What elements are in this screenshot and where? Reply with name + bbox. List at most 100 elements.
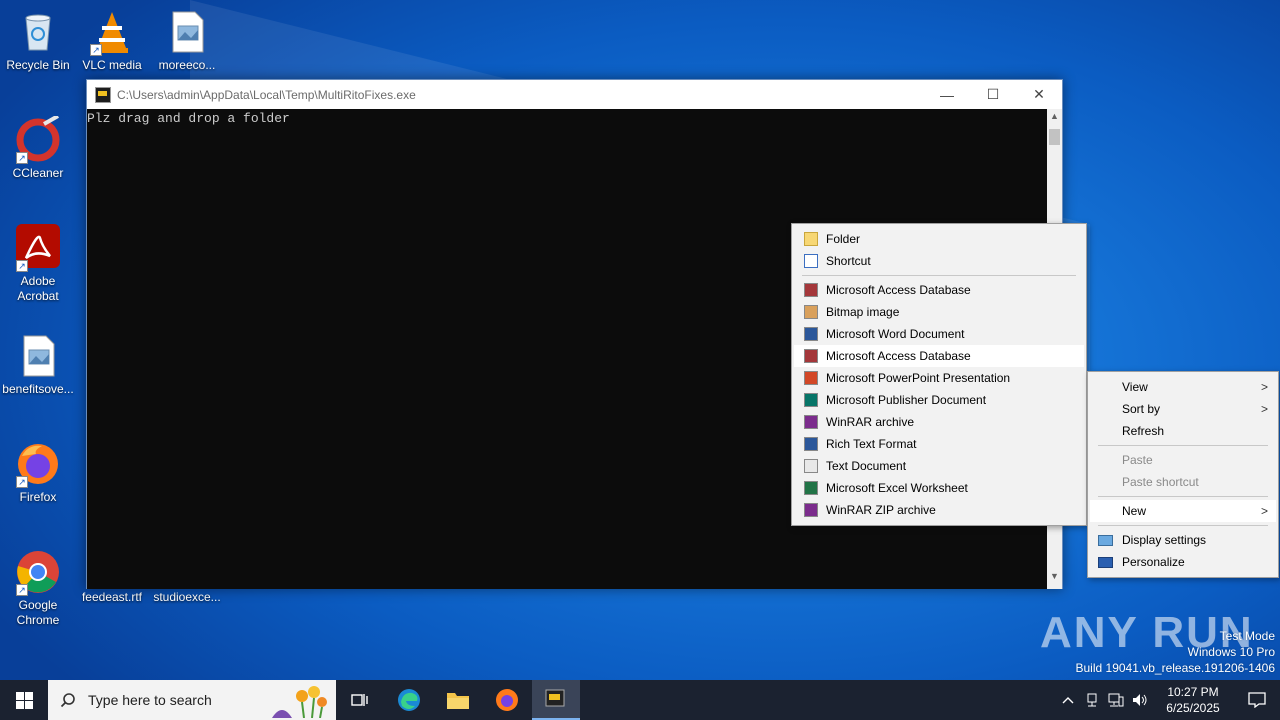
access-icon [804, 349, 818, 363]
menu-item-label: View [1122, 380, 1148, 394]
menu-item-winrar-zip[interactable]: WinRAR ZIP archive [794, 499, 1084, 521]
shortcut-arrow-icon: ↗ [16, 152, 28, 164]
task-view-button[interactable] [336, 680, 384, 720]
firefox-icon [496, 689, 518, 711]
excel-icon [804, 481, 818, 495]
menu-item-sort-by[interactable]: Sort by > [1090, 398, 1276, 420]
shortcut-arrow-icon: ↗ [16, 584, 28, 596]
desktop-icon-google-chrome[interactable]: ↗ Google Chrome [0, 548, 76, 628]
clock[interactable]: 10:27 PM 6/25/2025 [1152, 684, 1234, 716]
desktop-icon-label: Firefox [19, 490, 57, 504]
show-hidden-icons-chevron-up-icon[interactable] [1056, 680, 1080, 720]
scroll-down-icon[interactable]: ▼ [1047, 571, 1062, 587]
desktop-icon-vlc[interactable]: ↗ VLC media [74, 8, 150, 73]
console-titlebar[interactable]: C:\Users\admin\AppData\Local\Temp\MultiR… [87, 80, 1062, 109]
start-button[interactable] [0, 680, 48, 720]
desktop-icon-moreeco[interactable]: moreeco... [149, 8, 225, 73]
word-icon [804, 327, 818, 341]
desktop-icon-label: Google Chrome [16, 598, 60, 627]
tray-device-icon[interactable] [1080, 680, 1104, 720]
menu-item-shortcut[interactable]: Shortcut [794, 250, 1084, 272]
image-file-icon [14, 332, 62, 380]
search-highlight-flowers-icon [262, 682, 332, 719]
menu-separator [802, 275, 1076, 276]
menu-item-folder[interactable]: Folder [794, 228, 1084, 250]
menu-item-access-database[interactable]: Microsoft Access Database [794, 279, 1084, 301]
winrar-zip-icon [804, 503, 818, 517]
menu-item-label: WinRAR ZIP archive [826, 503, 936, 517]
desktop-icon-recycle-bin[interactable]: Recycle Bin [0, 8, 76, 73]
search-placeholder: Type here to search [88, 692, 212, 708]
menu-item-label: Microsoft Access Database [826, 283, 971, 297]
taskbar: Type here to search 10:27 PM 6/25/2025 [0, 680, 1280, 720]
taskbar-edge[interactable] [384, 680, 434, 720]
text-document-icon [804, 459, 818, 473]
desktop-icon-benefitsove[interactable]: benefitsove... [0, 332, 76, 397]
menu-item-word-document[interactable]: Microsoft Word Document [794, 323, 1084, 345]
menu-separator [1098, 525, 1268, 526]
desktop-icon-ccleaner[interactable]: ↗ CCleaner [0, 114, 76, 181]
personalize-icon [1098, 557, 1113, 568]
menu-item-new[interactable]: New > [1090, 500, 1276, 522]
watermark-edition: Windows 10 Pro [1187, 645, 1275, 659]
console-app-icon [545, 689, 565, 707]
volume-icon[interactable] [1128, 680, 1152, 720]
console-title: C:\Users\admin\AppData\Local\Temp\MultiR… [117, 87, 416, 102]
system-tray: 10:27 PM 6/25/2025 [1056, 680, 1280, 720]
menu-item-winrar-archive[interactable]: WinRAR archive [794, 411, 1084, 433]
menu-item-publisher[interactable]: Microsoft Publisher Document [794, 389, 1084, 411]
scroll-up-icon[interactable]: ▲ [1047, 111, 1062, 127]
scrollbar-thumb[interactable] [1049, 129, 1060, 145]
menu-item-label: Sort by [1122, 402, 1161, 416]
maximize-button[interactable]: ☐ [970, 80, 1016, 109]
taskbar-firefox[interactable] [482, 680, 532, 720]
desktop-icon-firefox[interactable]: ↗ Firefox [0, 440, 76, 505]
close-button[interactable]: ✕ [1016, 80, 1062, 109]
taskbar-file-explorer[interactable] [434, 680, 482, 720]
clock-date: 6/25/2025 [1166, 701, 1220, 715]
menu-item-paste-shortcut[interactable]: Paste shortcut [1090, 471, 1276, 493]
search-box[interactable]: Type here to search [48, 680, 336, 720]
shortcut-arrow-icon: ↗ [16, 476, 28, 488]
clock-time: 10:27 PM [1167, 685, 1219, 699]
image-file-icon [163, 8, 211, 56]
desktop-icon-label: CCleaner [12, 166, 64, 180]
menu-item-display-settings[interactable]: Display settings [1090, 529, 1276, 551]
new-submenu[interactable]: Folder Shortcut Microsoft Access Databas… [791, 223, 1087, 526]
desktop-icon-studioexce[interactable]: studioexce... [149, 590, 225, 605]
desktop[interactable]: Recycle Bin ↗ VLC media moreeco... ↗ CCl… [0, 0, 1280, 680]
menu-item-rich-text[interactable]: Rich Text Format [794, 433, 1084, 455]
notification-center-button[interactable] [1234, 680, 1280, 720]
menu-item-view[interactable]: View > [1090, 376, 1276, 398]
menu-item-excel-worksheet[interactable]: Microsoft Excel Worksheet [794, 477, 1084, 499]
desktop-icon-feedeast[interactable]: feedeast.rtf [74, 590, 150, 605]
menu-item-label: Text Document [826, 459, 907, 473]
menu-separator [1098, 445, 1268, 446]
winrar-icon [804, 415, 818, 429]
minimize-button[interactable]: — [924, 80, 970, 109]
chrome-icon: ↗ [14, 548, 62, 596]
menu-item-label: Bitmap image [826, 305, 900, 319]
watermark-test-mode: Test Mode [1219, 629, 1275, 643]
menu-item-bitmap-image[interactable]: Bitmap image [794, 301, 1084, 323]
taskbar-console-app[interactable] [532, 680, 580, 720]
publisher-icon [804, 393, 818, 407]
recycle-bin-icon [14, 8, 62, 56]
desktop-icon-adobe-acrobat[interactable]: ↗ Adobe Acrobat [0, 224, 76, 304]
console-text: Plz drag and drop a folder [87, 111, 290, 126]
network-icon[interactable] [1104, 680, 1128, 720]
menu-item-powerpoint[interactable]: Microsoft PowerPoint Presentation [794, 367, 1084, 389]
menu-item-refresh[interactable]: Refresh [1090, 420, 1276, 442]
file-explorer-icon [447, 693, 469, 709]
menu-item-personalize[interactable]: Personalize [1090, 551, 1276, 573]
desktop-icon-label: Adobe Acrobat [17, 274, 59, 303]
rtf-icon [804, 437, 818, 451]
menu-item-label: Microsoft PowerPoint Presentation [826, 371, 1011, 385]
menu-item-text-document[interactable]: Text Document [794, 455, 1084, 477]
menu-item-label: Paste [1122, 453, 1153, 467]
shortcut-icon [804, 254, 818, 268]
desktop-context-menu[interactable]: View > Sort by > Refresh Paste Paste short… [1087, 371, 1279, 578]
menu-item-access-database-2[interactable]: Microsoft Access Database [794, 345, 1084, 367]
menu-item-paste[interactable]: Paste [1090, 449, 1276, 471]
menu-item-label: Shortcut [826, 254, 871, 268]
